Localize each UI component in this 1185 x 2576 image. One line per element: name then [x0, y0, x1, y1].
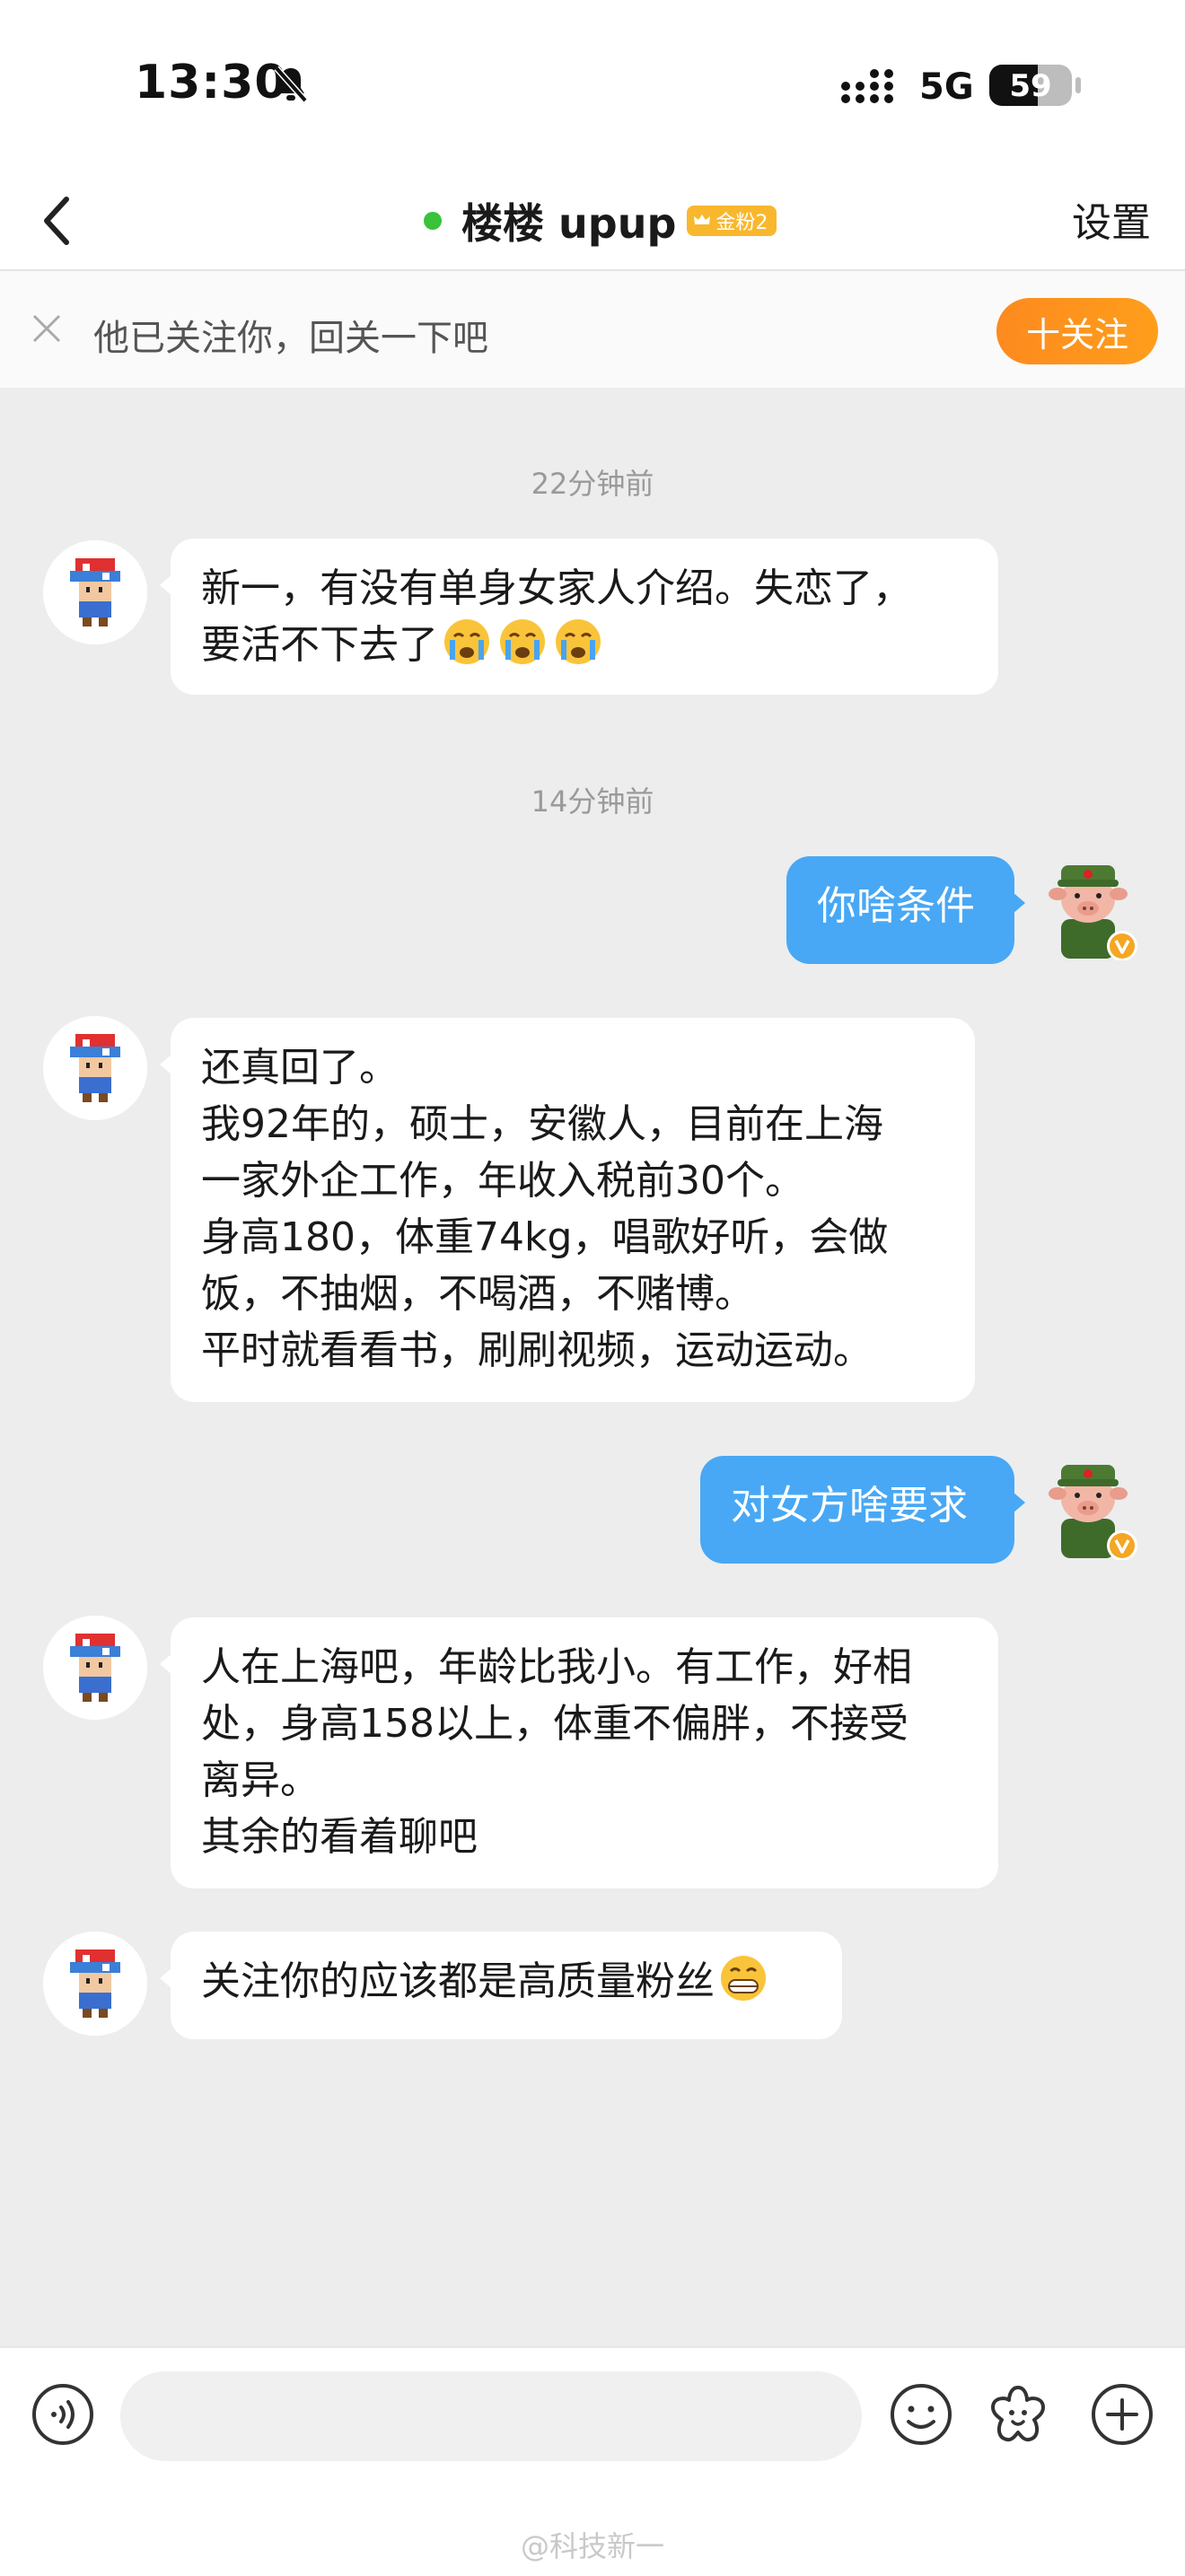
network-type: 5G: [919, 66, 974, 108]
message-text: 人在上海吧，年龄比我小。有工作，好相: [201, 1644, 912, 1690]
battery-level: 59: [1009, 68, 1052, 104]
message-text: 身高180，体重74kg，唱歌好听，会做: [201, 1214, 889, 1260]
emoji-icon[interactable]: [887, 2380, 955, 2449]
timestamp: 22分钟前: [531, 467, 654, 501]
input-bar: @科技新一: [0, 2346, 1185, 2576]
watermark: @科技新一: [520, 2529, 664, 2563]
contact-avatar[interactable]: [43, 1932, 147, 2036]
message-text: 饭，不抽烟，不喝酒，不赌博。: [201, 1271, 754, 1317]
pixel-character-avatar-icon: [43, 1932, 147, 2036]
battery-cap: [1075, 77, 1081, 93]
voice-input-icon[interactable]: [29, 2380, 97, 2449]
message-bubble-incoming[interactable]: 新一，有没有单身女家人介绍。失恋了， 要活不下去了: [160, 539, 998, 695]
message-input[interactable]: [120, 2371, 862, 2461]
bell-muted-icon: [274, 66, 308, 103]
message-bubble-incoming[interactable]: 人在上海吧，年龄比我小。有工作，好相 处，身高158以上，体重不偏胖，不接受 离…: [160, 1617, 998, 1888]
status-time: 13:30: [135, 56, 288, 110]
message-text: 还真回了。: [201, 1045, 399, 1091]
message-text: 离异。: [201, 1757, 320, 1803]
pixel-character-avatar-icon: [43, 1616, 147, 1720]
my-avatar[interactable]: [1034, 853, 1142, 961]
contact-name: 楼楼 upup: [461, 199, 677, 248]
follow-button[interactable]: 十关注: [996, 298, 1158, 364]
message-text: 其余的看着聊吧: [201, 1814, 478, 1860]
back-arrow-icon[interactable]: [22, 183, 97, 258]
message-text: 我92年的，硕士，安徽人，目前在上海: [201, 1101, 883, 1147]
status-bar: 13:30 5G 59: [0, 0, 1185, 171]
crying-emoji-icon: [556, 619, 601, 664]
crying-emoji-icon: [500, 619, 545, 664]
my-avatar[interactable]: [1034, 1452, 1142, 1561]
message-text: 一家外企工作，年收入税前30个。: [201, 1158, 804, 1204]
settings-button[interactable]: 设置: [1072, 190, 1151, 248]
message-bubble-outgoing[interactable]: 对女方啥要求: [700, 1456, 1025, 1564]
message-text: 新一，有没有单身女家人介绍。失恋了，: [201, 565, 912, 611]
grinning-emoji-icon: [721, 1956, 766, 2001]
message-bubble-outgoing[interactable]: 你啥条件: [786, 856, 1025, 964]
pixel-character-avatar-icon: [43, 540, 147, 644]
message-text: 平时就看看书，刷刷视频，运动运动。: [201, 1327, 873, 1373]
message-text: 处，身高158以上，体重不偏胖，不接受: [201, 1701, 908, 1747]
pig-soldier-avatar-icon: [1049, 865, 1137, 961]
chat-title[interactable]: 楼楼 upup 金粉2: [424, 187, 777, 255]
fan-badge-label: 金粉2: [715, 212, 768, 234]
message-bubble-incoming[interactable]: 关注你的应该都是高质量粉丝: [160, 1932, 842, 2039]
fan-badge: 金粉2: [687, 206, 777, 236]
close-icon[interactable]: [27, 309, 66, 348]
contact-avatar[interactable]: [43, 1616, 147, 1720]
message-bubble-incoming[interactable]: 还真回了。 我92年的，硕士，安徽人，目前在上海 一家外企工作，年收入税前30个…: [160, 1018, 975, 1402]
message-text: 对女方啥要求: [731, 1483, 968, 1529]
crying-emoji-icon: [444, 619, 489, 664]
nav-bar: 楼楼 upup 金粉2 设置: [0, 171, 1185, 271]
message-text: 你啥条件: [817, 883, 975, 929]
contact-avatar[interactable]: [43, 1016, 147, 1120]
message-text: 要活不下去了: [201, 622, 438, 668]
online-status-dot: [424, 212, 442, 230]
timestamp: 14分钟前: [531, 784, 654, 819]
message-text: 关注你的应该都是高质量粉丝: [201, 1958, 715, 2004]
contact-avatar[interactable]: [43, 540, 147, 644]
follow-banner: 他已关注你，回关一下吧 十关注: [0, 271, 1185, 388]
add-icon[interactable]: [1088, 2380, 1156, 2449]
signal-icon: [841, 69, 893, 103]
flower-sticker-icon[interactable]: [984, 2380, 1052, 2449]
follow-banner-text: 他已关注你，回关一下吧: [93, 318, 488, 359]
pig-soldier-avatar-icon: [1049, 1465, 1137, 1561]
crown-icon: [694, 215, 711, 224]
pixel-character-avatar-icon: [43, 1016, 147, 1120]
battery-icon: 59: [989, 65, 1072, 106]
